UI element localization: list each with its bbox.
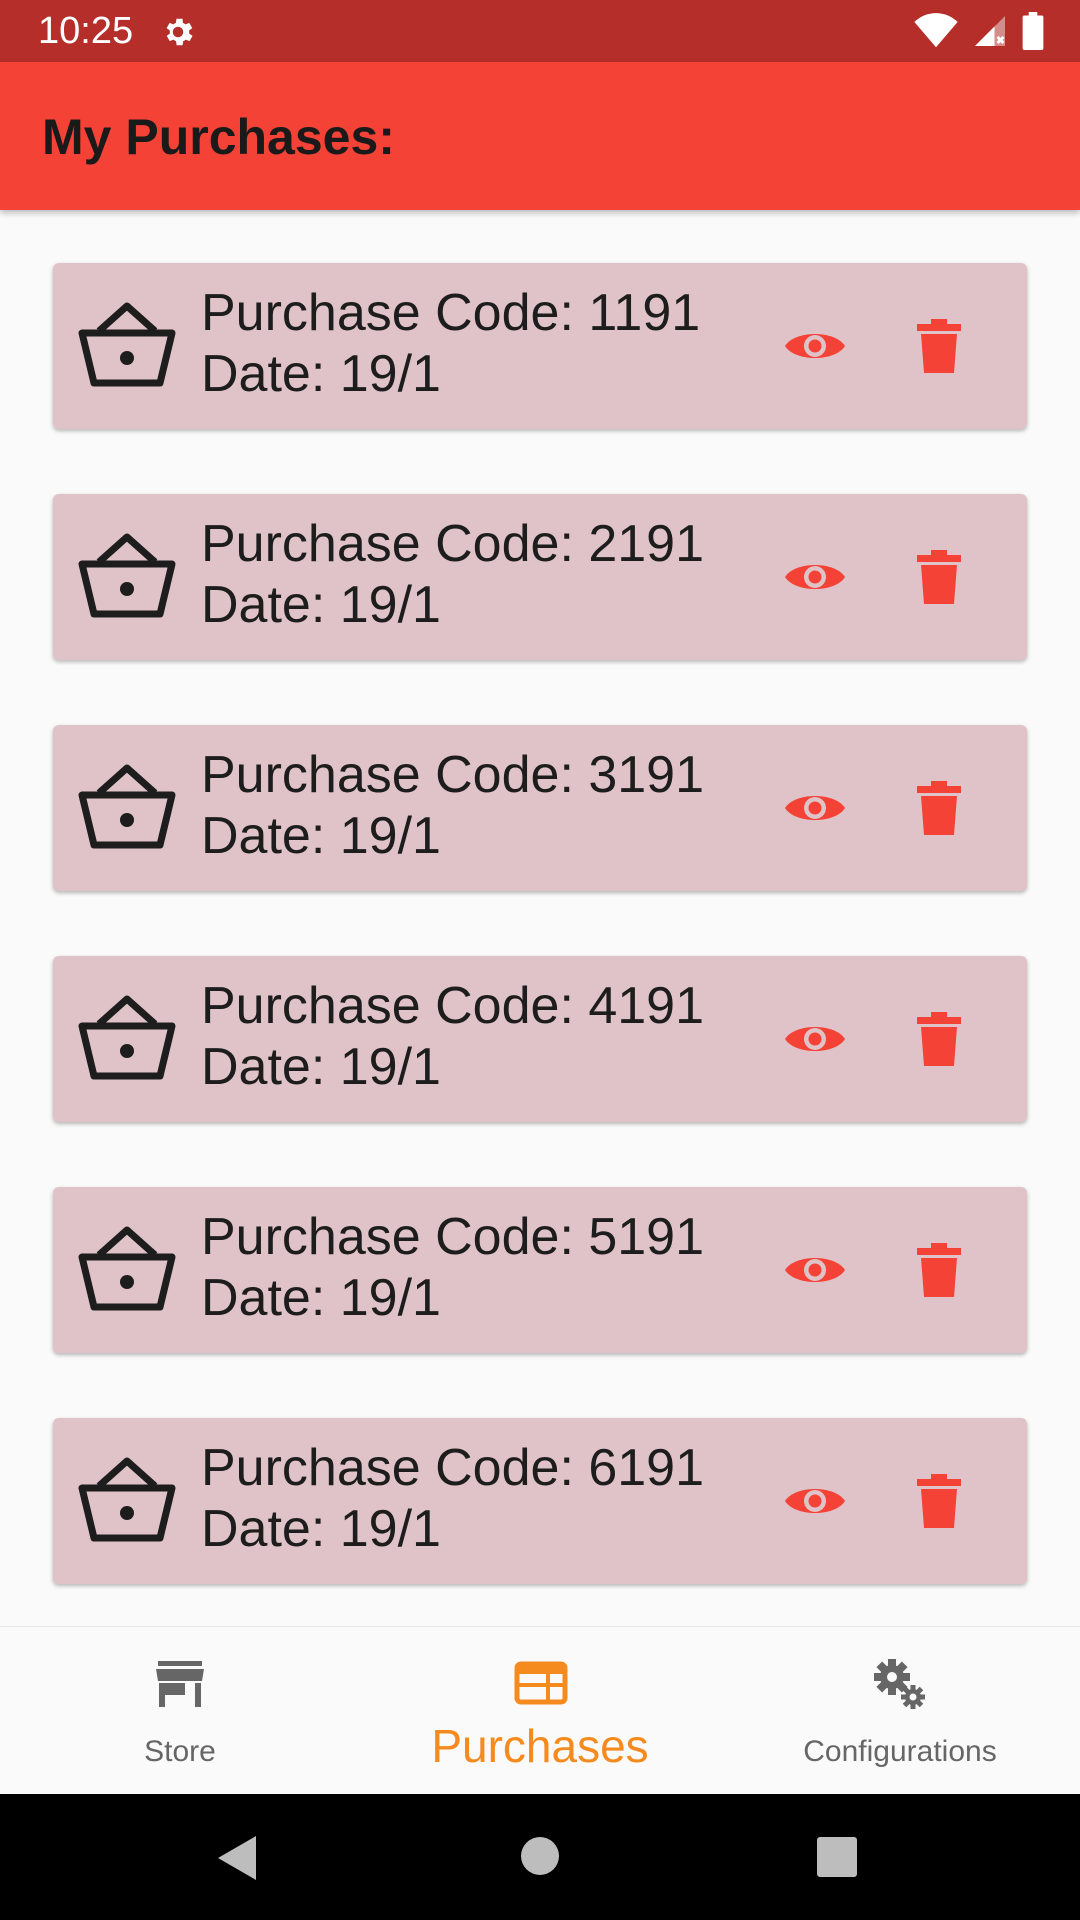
purchase-code: Purchase Code: 5191 xyxy=(201,1208,705,1266)
trash-icon[interactable] xyxy=(917,781,961,835)
nav-label-store: Store xyxy=(144,1735,216,1768)
system-nav-bar xyxy=(0,1794,1080,1920)
trash-icon[interactable] xyxy=(917,1474,961,1528)
store-icon xyxy=(156,1661,204,1712)
purchase-date: Date: 19/1 xyxy=(201,807,441,865)
purchase-card[interactable]: Purchase Code: 6191 Date: 19/1 xyxy=(53,1418,1027,1584)
gear-icon xyxy=(160,14,196,50)
purchase-card[interactable]: Purchase Code: 3191 Date: 19/1 xyxy=(53,725,1027,891)
nav-label-purchases: Purchases xyxy=(431,1720,649,1772)
eye-icon[interactable] xyxy=(783,318,847,374)
nav-label-configurations: Configurations xyxy=(803,1735,997,1768)
nav-item-purchases[interactable]: Purchases xyxy=(400,1627,680,1795)
basket-icon xyxy=(77,1225,177,1315)
basket-icon xyxy=(77,763,177,853)
purchase-card[interactable]: Purchase Code: 1191 Date: 19/1 xyxy=(53,263,1027,429)
purchase-date: Date: 19/1 xyxy=(201,1269,441,1327)
gears-icon xyxy=(872,1657,928,1716)
purchase-list[interactable]: Purchase Code: 1191 Date: 19/1 Purchase … xyxy=(0,210,1080,1625)
basket-icon xyxy=(77,994,177,1084)
trash-icon[interactable] xyxy=(917,1243,961,1297)
back-icon[interactable] xyxy=(216,1834,258,1887)
bottom-nav: Store Purchases Configurations xyxy=(0,1626,1080,1794)
eye-icon[interactable] xyxy=(783,1242,847,1298)
purchase-card[interactable]: Purchase Code: 2191 Date: 19/1 xyxy=(53,494,1027,660)
eye-icon[interactable] xyxy=(783,780,847,836)
purchases-icon xyxy=(514,1661,568,1710)
purchase-code: Purchase Code: 1191 xyxy=(201,284,701,342)
purchase-date: Date: 19/1 xyxy=(201,576,441,634)
page-title: My Purchases: xyxy=(42,109,395,165)
home-icon[interactable] xyxy=(520,1836,560,1881)
battery-icon xyxy=(1022,12,1044,55)
wifi-icon xyxy=(914,13,958,54)
status-bar: 10:25 xyxy=(0,0,1080,62)
recents-icon[interactable] xyxy=(817,1837,857,1882)
purchase-code: Purchase Code: 6191 xyxy=(201,1439,705,1497)
trash-icon[interactable] xyxy=(917,550,961,604)
nav-item-store[interactable]: Store xyxy=(60,1627,300,1795)
purchase-date: Date: 19/1 xyxy=(201,1500,441,1558)
purchase-code: Purchase Code: 4191 xyxy=(201,977,705,1035)
eye-icon[interactable] xyxy=(783,1473,847,1529)
app-bar: My Purchases: xyxy=(0,62,1080,210)
purchase-date: Date: 19/1 xyxy=(201,1038,441,1096)
purchase-card[interactable]: Purchase Code: 5191 Date: 19/1 xyxy=(53,1187,1027,1353)
eye-icon[interactable] xyxy=(783,1011,847,1067)
signal-icon xyxy=(972,13,1008,54)
purchase-code: Purchase Code: 3191 xyxy=(201,746,705,804)
basket-icon xyxy=(77,301,177,391)
eye-icon[interactable] xyxy=(783,549,847,605)
status-time: 10:25 xyxy=(38,10,134,52)
purchase-card[interactable]: Purchase Code: 4191 Date: 19/1 xyxy=(53,956,1027,1122)
basket-icon xyxy=(77,532,177,622)
nav-item-configurations[interactable]: Configurations xyxy=(760,1627,1040,1795)
trash-icon[interactable] xyxy=(917,319,961,373)
basket-icon xyxy=(77,1456,177,1546)
purchase-date: Date: 19/1 xyxy=(201,345,441,403)
purchase-code: Purchase Code: 2191 xyxy=(201,515,705,573)
trash-icon[interactable] xyxy=(917,1012,961,1066)
